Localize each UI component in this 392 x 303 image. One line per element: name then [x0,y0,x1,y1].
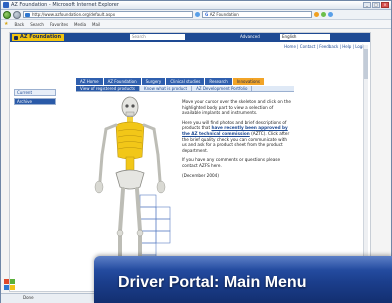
site-logo[interactable]: AZ Foundation [12,34,65,41]
intro-paragraph: Move your cursor over the skeleton and c… [182,99,291,116]
favorites-item[interactable]: Back [14,22,24,27]
maximize-button[interactable]: □ [372,2,380,8]
search-box[interactable]: G AZ Foundation [202,11,312,18]
search-box-text: AZ Foundation [209,12,239,17]
title-banner: Driver Portal: Main Menu [94,256,392,303]
forward-button[interactable] [13,10,21,19]
web-page: AZ Foundation Search Advanced English Ho… [9,32,371,292]
status-text: Done [23,295,34,300]
date-text: (December 2004) [182,172,219,178]
toolbar-icon[interactable] [321,12,326,17]
tab-innovations[interactable]: Innovations [232,78,265,85]
navigation-bar: http://www.azfoundation.org/default.aspx… [1,10,391,20]
advanced-search-link[interactable]: Advanced [240,34,260,40]
tab-surgery[interactable]: Surgery [141,78,166,85]
sub-tabs: View of registered products Know what is… [76,86,294,92]
tab-research[interactable]: Research [205,78,232,85]
products-paragraph: Here you will find photos and brief desc… [182,120,292,154]
address-bar[interactable]: http://www.azfoundation.org/default.aspx [23,11,193,18]
main-tabs: AZ Home AZ Foundation Surgery Clinical s… [76,78,265,85]
page-icon [25,13,30,17]
logo-text: AZ Foundation [20,34,62,40]
contact-paragraph: If you have any comments or questions pl… [182,157,281,168]
address-text: http://www.azfoundation.org/default.aspx [32,12,116,17]
tab-az-foundation[interactable]: AZ Foundation [103,78,141,85]
go-icon[interactable] [195,12,200,17]
subtab-product[interactable]: Know what is product [140,86,193,91]
star-icon: ★ [4,21,9,27]
language-select[interactable]: English [280,34,330,40]
scrollbar-thumb[interactable] [364,49,368,79]
close-button[interactable]: × [381,2,389,8]
subtab-registered-products[interactable]: View of registered products [76,86,140,91]
page-content: Move your cursor over the skeleton and c… [182,99,292,182]
favorites-item[interactable]: Search [30,22,44,27]
tab-az-home[interactable]: AZ Home [76,78,103,85]
minimize-button[interactable]: _ [363,2,371,8]
tab-clinical-studies[interactable]: Clinical studies [166,78,205,85]
favorites-item[interactable]: Mail [92,22,100,27]
sidebar-item-archive[interactable]: Archive [14,98,56,105]
page-scrollbar[interactable] [363,45,368,290]
toolbar-icon[interactable] [314,12,319,17]
favorites-item[interactable]: Favorites [50,22,68,27]
ie-icon [3,2,9,8]
logo-icon [14,35,18,40]
favorites-bar: ★ Back Search Favorites Media Mail [1,20,391,29]
subtab-portfolio[interactable]: AZ Development Portfolio [192,86,253,91]
favorites-item[interactable]: Media [74,22,86,27]
window-controls: _ □ × [363,2,389,8]
banner-title: Driver Portal: Main Menu [118,274,307,291]
toolbar-icon[interactable] [328,12,333,17]
back-button[interactable] [3,10,11,19]
window-title: AZ Foundation - Microsoft Internet Explo… [11,2,119,8]
sidebar-item-current[interactable]: Current [14,89,56,96]
windows-logo-icon[interactable] [2,277,18,293]
side-navigation: Current Archive [14,89,56,107]
site-header: AZ Foundation Search Advanced English [10,33,370,42]
utility-links[interactable]: Home | Contact | Feedback | Help | Login [284,44,366,49]
site-search-input[interactable]: Search [130,34,185,40]
title-bar: AZ Foundation - Microsoft Internet Explo… [1,1,391,10]
